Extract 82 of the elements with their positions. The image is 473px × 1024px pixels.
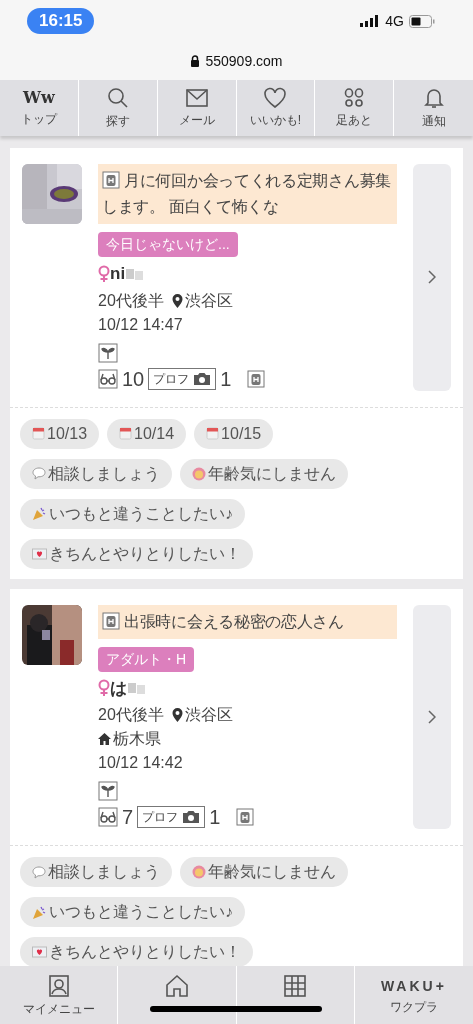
url-text: 550909.com (205, 51, 283, 71)
post-time: 10/12 14:42 (98, 753, 183, 773)
speech-bubble-icon (32, 865, 46, 879)
party-popper-icon (32, 904, 47, 920)
clock: 16:15 (27, 8, 95, 34)
area-text: 渋谷区 (184, 290, 233, 311)
building-icon (247, 369, 266, 388)
post-title: 出張時に会える秘密の恋人さん (98, 604, 397, 639)
photo-count: 1 (209, 805, 221, 829)
home-area-text: 栃木県 (113, 729, 161, 749)
tag-chip: いつもと違うことしたい♪ (20, 498, 245, 529)
house-icon (98, 733, 111, 745)
building-icon (236, 808, 255, 826)
camera-icon (193, 371, 212, 386)
bottom-nav-tab[interactable]: WAKU+ ワクプラ (354, 966, 473, 1024)
view-count: 10 (122, 366, 145, 391)
party-popper-icon (32, 506, 47, 521)
female-icon (98, 264, 110, 283)
location-pin-icon (171, 708, 183, 722)
age-text: 20代後半 (98, 290, 164, 311)
post-time: 10/12 14:47 (98, 314, 183, 335)
house-icon (163, 974, 190, 998)
tag-chip: きちんとやりとりしたい！ (20, 538, 253, 569)
user-name: ni (110, 263, 126, 285)
tag-chip: いつもと違うことしたい♪ (20, 897, 245, 927)
battery-icon (409, 14, 435, 28)
area-text: 渋谷区 (184, 705, 233, 725)
love-letter-icon (32, 547, 47, 560)
search-icon (105, 86, 130, 110)
calendar-icon (206, 427, 220, 440)
glasses-icon (98, 368, 118, 389)
building-icon (102, 611, 120, 630)
lock-icon (190, 55, 201, 67)
calendar-icon (119, 427, 133, 440)
profile-photo-badge: プロフ (148, 367, 217, 390)
category-tag: 今日じゃないけど... (98, 232, 238, 257)
camera-icon (182, 810, 201, 824)
tag-chip: 10/13 (20, 418, 100, 449)
nav-tab[interactable]: 通知 (394, 80, 473, 136)
nav-tab[interactable]: 探す (78, 80, 158, 136)
sprout-icon (98, 781, 118, 801)
face-icon (192, 865, 206, 879)
chevron-right-icon (428, 270, 436, 285)
tag-chip: 10/14 (107, 418, 187, 449)
envelope-icon (184, 87, 209, 109)
user-name: は (110, 677, 127, 700)
category-tag: アダルト・H (98, 646, 195, 672)
bottom-nav-tab[interactable]: マイメニュー (0, 966, 119, 1024)
female-icon (98, 679, 110, 698)
photo-count: 1 (220, 366, 232, 391)
heart-icon (263, 87, 288, 109)
logo: WAKU+ (380, 977, 447, 996)
profile-photo-badge: プロフ (137, 806, 206, 828)
location-pin-icon (171, 293, 183, 308)
tag-chip: 相談しましょう (20, 857, 172, 887)
grid-icon (283, 974, 308, 998)
post-title: 月に何回か会ってくれる定期さん募集します。 面白くて怖くな (98, 164, 397, 224)
glasses-icon (98, 807, 118, 827)
tag-chip: 年齢気にしません (180, 458, 348, 489)
age-text: 20代後半 (98, 705, 164, 725)
bell-icon (421, 86, 446, 110)
love-letter-icon (32, 946, 47, 958)
nav-tab[interactable]: 足あと (315, 80, 395, 136)
blurred-text (127, 680, 147, 697)
nav-tab[interactable]: いいかも! (236, 80, 316, 136)
network-label: 4G (385, 11, 404, 31)
building-icon (102, 171, 120, 189)
nav-tab[interactable]: メール (157, 80, 237, 136)
sprout-icon (98, 342, 118, 363)
calendar-icon (32, 427, 45, 440)
tag-chip: 10/15 (194, 418, 274, 449)
logo: Ww (23, 88, 55, 108)
speech-bubble-icon (32, 467, 46, 480)
tag-chip: 年齢気にしません (180, 857, 348, 887)
signal-icon (360, 15, 381, 27)
nav-tab[interactable]: Ww トップ (0, 80, 79, 136)
tag-chip: きちんとやりとりしたい！ (20, 937, 253, 967)
tag-chip: 相談しましょう (20, 458, 172, 489)
face-icon (192, 466, 206, 481)
person-icon (46, 974, 71, 998)
chevron-right-icon (428, 709, 436, 724)
view-count: 7 (122, 805, 134, 829)
